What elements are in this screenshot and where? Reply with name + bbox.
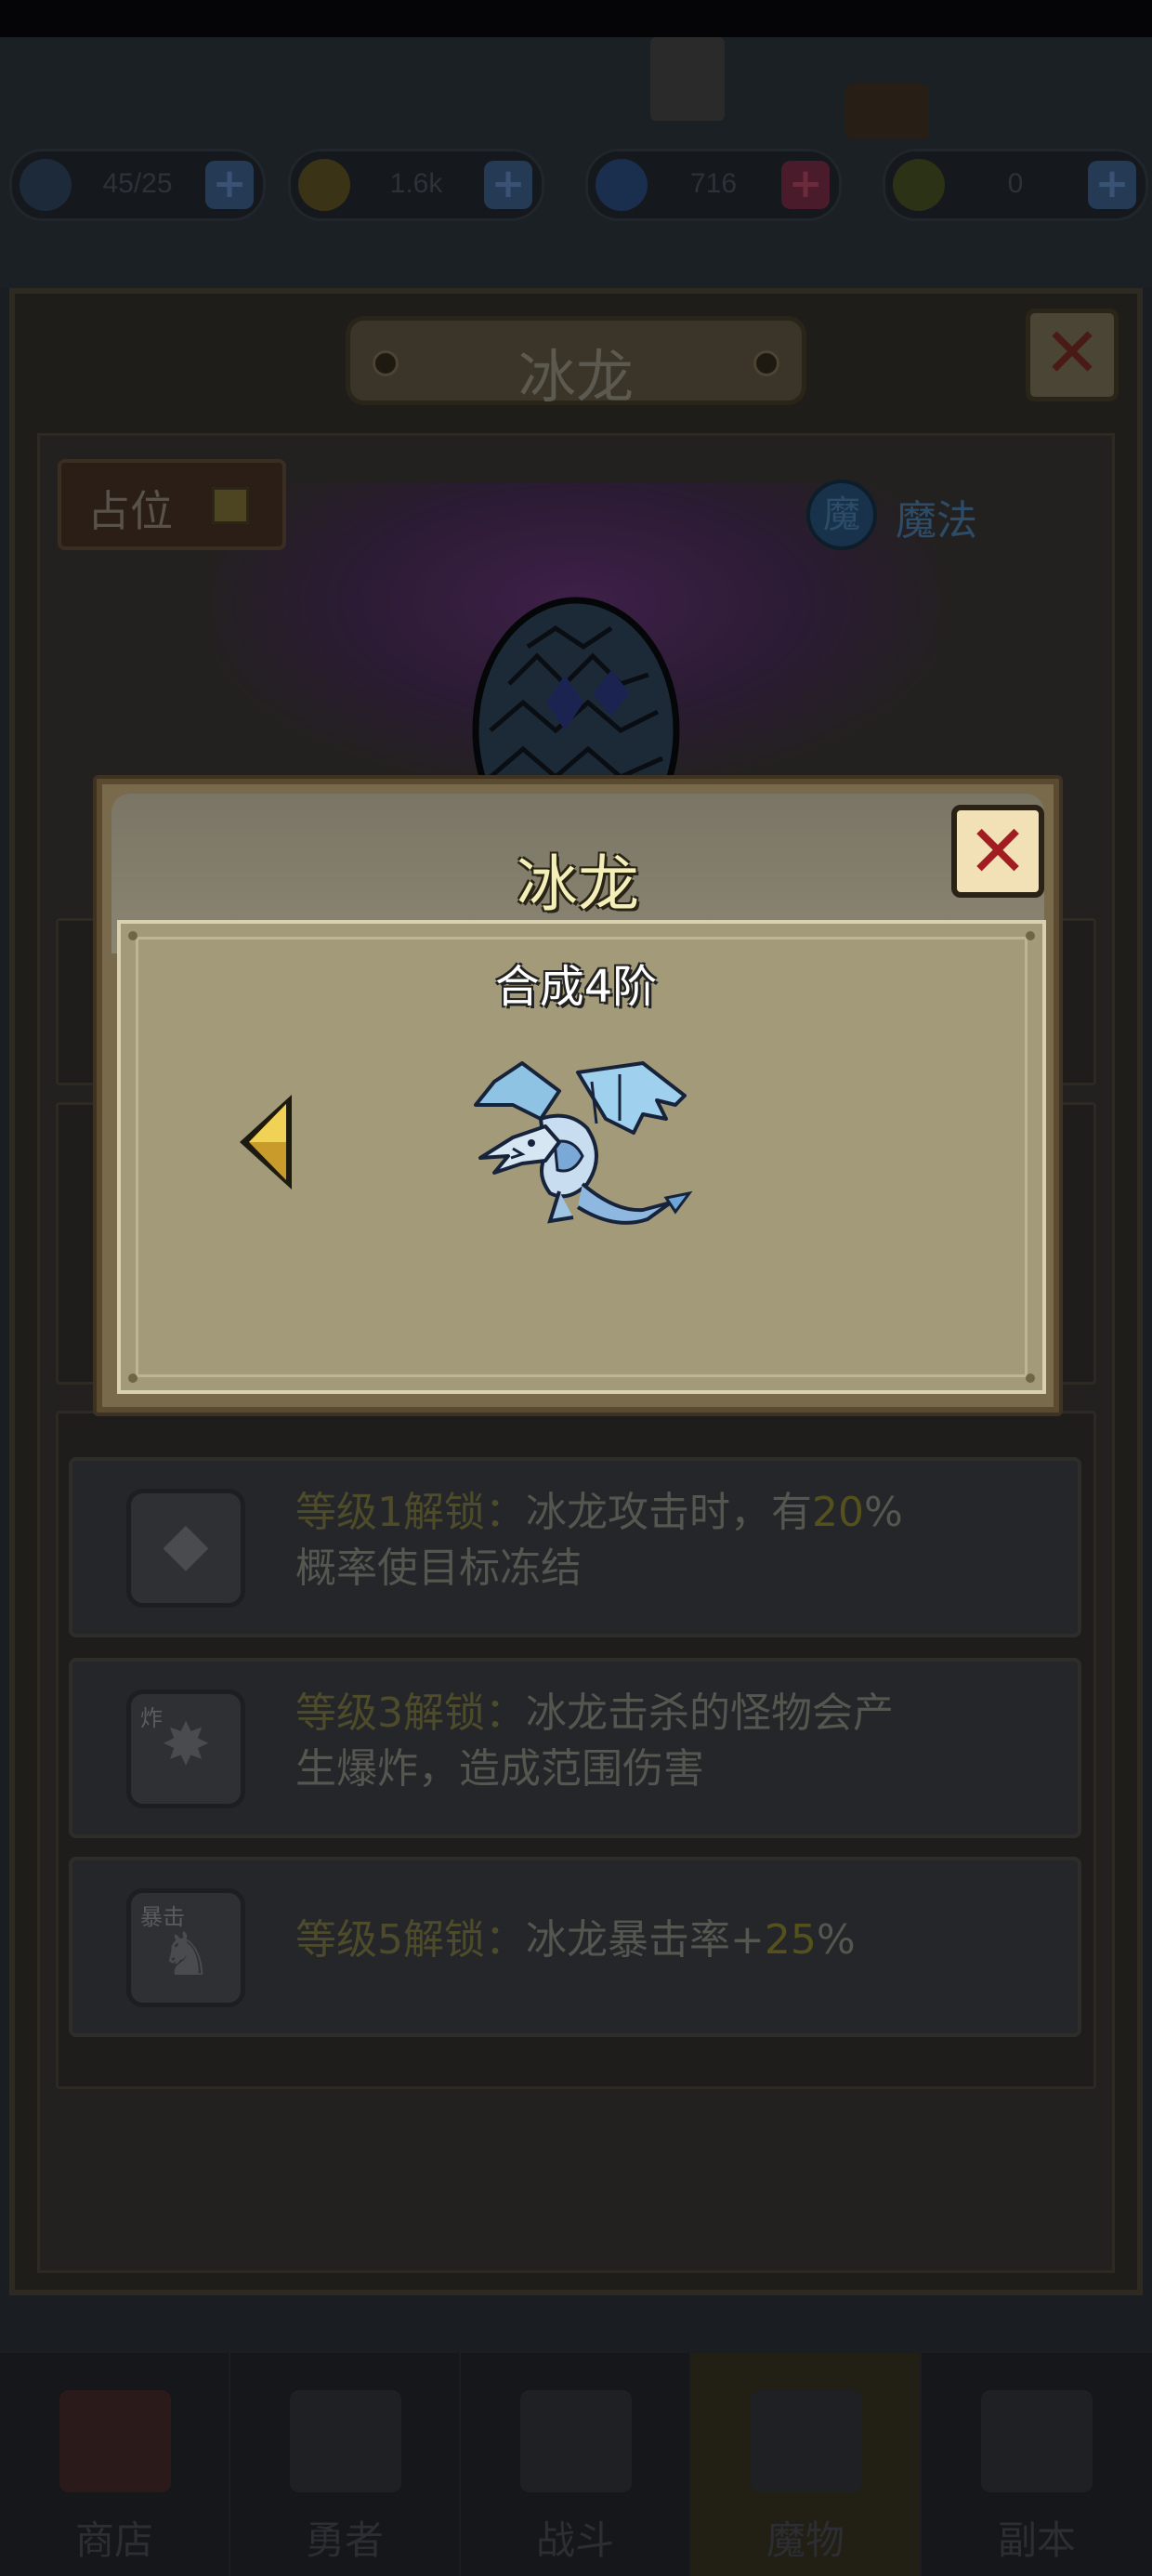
resource-value: 1.6k <box>389 168 443 199</box>
status-bar <box>0 0 1152 37</box>
skill-text-suffix: % <box>816 1916 856 1964</box>
skill-text: 冰龙击杀的怪物会产 <box>526 1689 894 1737</box>
nav-tab-monster[interactable]: 魔物 <box>691 2353 922 2576</box>
dungeon-icon <box>981 2390 1093 2492</box>
skill-text-line2: 生爆炸，造成范围伤害 <box>295 1745 704 1793</box>
modal-title: 冰龙 <box>517 848 639 920</box>
player-portrait[interactable] <box>650 37 725 121</box>
skill-row: 暴击 ♞ 等级5解锁：冰龙暴击率+25% <box>69 1857 1081 2037</box>
skill-description: 等级1解锁：冰龙攻击时，有20% 概率使目标冻结 <box>295 1485 1001 1597</box>
shop-icon <box>59 2390 171 2492</box>
resource-token: 0 + <box>883 149 1148 221</box>
occupy-slot-icon <box>212 487 249 524</box>
nav-label: 副本 <box>997 2517 1076 2563</box>
add-energy-button[interactable]: + <box>205 161 254 209</box>
occupy-button[interactable]: 占位 <box>58 459 286 550</box>
skill-description: 等级5解锁：冰龙暴击率+25% <box>295 1912 1001 1968</box>
type-label: 魔法 <box>896 497 977 545</box>
resource-diamond: 716 + <box>585 149 842 221</box>
close-icon: ✕ <box>967 810 1028 894</box>
skill-percent: 20 <box>812 1489 864 1536</box>
corner-rivet <box>128 931 137 940</box>
nav-label: 商店 <box>74 2517 153 2563</box>
corner-rivet <box>128 1373 137 1383</box>
skill-text: 冰龙暴击率+ <box>526 1916 765 1964</box>
panel-title-plate: 冰龙 <box>346 316 806 411</box>
add-gold-button[interactable]: + <box>484 161 532 209</box>
skill-row: 炸 ✸ 等级3解锁：冰龙击杀的怪物会产 生爆炸，造成范围伤害 <box>69 1658 1081 1838</box>
nav-label: 战斗 <box>535 2517 614 2563</box>
game-screen: 45/25 + 1.6k + 716 + 0 + 冰龙 ✕ 占位 魔 魔法 ◆ … <box>0 0 1152 2576</box>
ice-dragon-icon <box>474 1061 693 1225</box>
gold-coin-icon <box>298 159 350 211</box>
resource-value: 0 <box>1007 168 1024 199</box>
corner-rivet <box>1026 1373 1035 1383</box>
nav-tab-shop[interactable]: 商店 <box>0 2353 230 2576</box>
add-diamond-button[interactable]: + <box>781 161 830 209</box>
add-token-button[interactable]: + <box>1088 161 1136 209</box>
skill-text-suffix: % <box>864 1489 903 1536</box>
resource-energy: 45/25 + <box>9 149 266 221</box>
monster-icon <box>751 2390 862 2492</box>
shield-token-icon <box>893 159 945 211</box>
energy-icon <box>20 159 72 211</box>
skill-percent: 25 <box>764 1916 817 1964</box>
close-icon: ✕ <box>1042 313 1101 393</box>
hero-icon <box>290 2390 401 2492</box>
skill-text-line2: 概率使目标冻结 <box>295 1544 582 1592</box>
nav-tab-dungeon[interactable]: 副本 <box>922 2353 1152 2576</box>
unlock-level: 等级1解锁： <box>295 1489 526 1536</box>
skill-description: 等级3解锁：冰龙击杀的怪物会产 生爆炸，造成范围伤害 <box>295 1686 1001 1797</box>
nav-tab-battle[interactable]: 战斗 <box>461 2353 691 2576</box>
bottom-nav: 商店 勇者 战斗 魔物 副本 <box>0 2353 1152 2576</box>
previous-stage-arrow-icon[interactable] <box>234 1091 299 1193</box>
nav-label: 魔物 <box>766 2517 844 2563</box>
corner-rivet <box>1026 931 1035 940</box>
resource-value: 716 <box>689 168 738 199</box>
treasure-chest-icon[interactable] <box>845 84 929 139</box>
battle-icon <box>520 2390 632 2492</box>
unlock-level: 等级3解锁： <box>295 1689 526 1737</box>
modal-close-button[interactable]: ✕ <box>951 805 1044 898</box>
magic-type-icon: 魔 <box>806 480 877 550</box>
unlock-level: 等级5解锁： <box>295 1916 526 1964</box>
nav-tab-hero[interactable]: 勇者 <box>230 2353 461 2576</box>
resource-value: 45/25 <box>102 168 173 199</box>
frozen-golem-icon: ◆ <box>126 1489 245 1608</box>
explosion-icon: 炸 ✸ <box>126 1689 245 1808</box>
nav-label: 勇者 <box>305 2517 384 2563</box>
skill-row: ◆ 等级1解锁：冰龙攻击时，有20% 概率使目标冻结 <box>69 1457 1081 1637</box>
diamond-icon <box>596 159 648 211</box>
occupy-label: 占位 <box>87 486 173 536</box>
skill-text: 冰龙攻击时，有 <box>526 1489 812 1536</box>
critical-dragon-icon: 暴击 ♞ <box>126 1888 245 2007</box>
panel-close-button[interactable]: ✕ <box>1026 309 1119 401</box>
panel-title: 冰龙 <box>517 343 634 411</box>
evolution-stage-label: 合成4阶 <box>494 961 658 1013</box>
resource-gold: 1.6k + <box>288 149 544 221</box>
